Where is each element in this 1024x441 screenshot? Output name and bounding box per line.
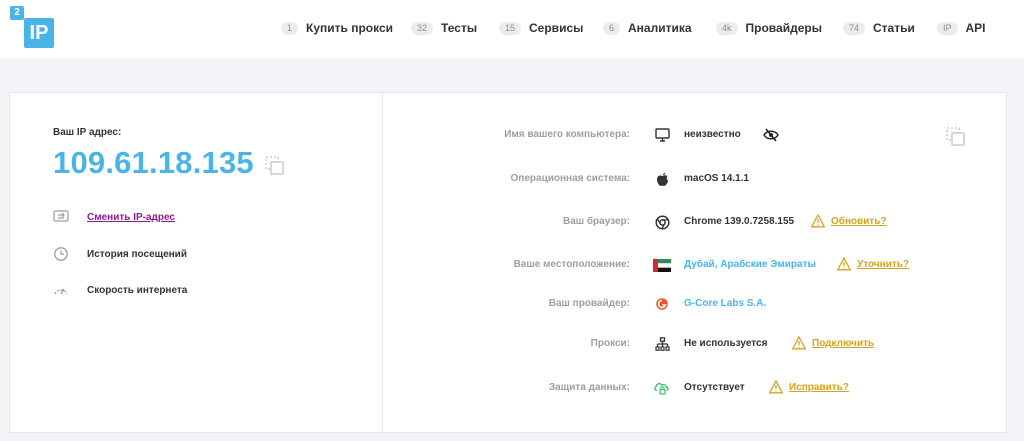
row-value: Отсутствует [684, 382, 745, 393]
eye-hidden-icon[interactable] [763, 128, 779, 142]
ip-info-card: Ваш IP адрес: 109.61.18.135 Сменить IP-а… [9, 92, 1007, 433]
copy-icon[interactable] [265, 156, 285, 176]
swap-icon [52, 208, 70, 226]
nav-badge: 15 [499, 21, 522, 35]
connect-proxy-action[interactable]: Подключить [792, 336, 874, 350]
row-label: Имя вашего компьютера: [504, 129, 630, 140]
location-row: Ваше местоположение: Дубай, Арабские Эми… [383, 256, 1003, 276]
row-label: Прокси: [590, 338, 630, 349]
nav-badge: 6 [603, 21, 621, 35]
fix-protection-action[interactable]: Исправить? [769, 380, 849, 394]
nav-label: API [965, 21, 986, 35]
proxy-row: Прокси: Не используется Подключить [383, 335, 1003, 355]
nav-label: Сервисы [529, 21, 584, 35]
fix-protection-link[interactable]: Исправить? [789, 382, 849, 393]
row-label: Ваше местоположение: [513, 259, 630, 270]
monitor-icon [653, 126, 671, 144]
provider-icon [653, 295, 671, 313]
network-icon [653, 335, 671, 353]
change-ip-link[interactable]: Сменить IP-адрес [87, 212, 175, 223]
warning-icon [811, 214, 825, 228]
uae-flag-icon [653, 256, 671, 274]
cloud-lock-icon [653, 379, 671, 397]
warning-icon [837, 257, 851, 271]
row-label: Ваш браузер: [562, 216, 630, 227]
row-label: Операционная система: [510, 173, 630, 184]
ip-label: Ваш IP адрес: [53, 127, 122, 138]
chrome-icon [653, 213, 671, 231]
nav-item-providers[interactable]: 4k Провайдеры [716, 21, 822, 35]
browser-row: Ваш браузер: Chrome 139.0.7258.155 Обнов… [383, 213, 1003, 233]
nav-badge: 32 [411, 21, 434, 35]
site-header: 2 IP 1 Купить прокси 32 Тесты 15 Сервисы… [0, 0, 1024, 58]
history-action[interactable]: История посещений [52, 245, 187, 263]
nav-badge: IP [937, 21, 958, 35]
nav-badge: 74 [843, 21, 866, 35]
connect-proxy-link[interactable]: Подключить [812, 338, 874, 349]
logo-small-mark: 2 [10, 6, 24, 20]
update-browser-link[interactable]: Обновить? [831, 216, 887, 227]
speedometer-icon [52, 281, 70, 299]
history-label[interactable]: История посещений [87, 249, 187, 260]
row-label: Ваш провайдер: [548, 298, 630, 309]
nav-item-analytics[interactable]: 6 Аналитика [603, 21, 692, 35]
row-value: Не используется [684, 338, 768, 349]
data-protection-row: Защита данных: Отсутствует Исправить? [383, 379, 1003, 399]
row-value: неизвестно [684, 129, 741, 140]
nav-badge: 1 [281, 21, 299, 35]
nav-label: Аналитика [628, 21, 692, 35]
provider-value[interactable]: G-Core Labs S.A. [684, 298, 766, 309]
apple-icon [653, 170, 671, 188]
location-value[interactable]: Дубай, Арабские Эмираты [684, 259, 816, 270]
change-ip-action[interactable]: Сменить IP-адрес [52, 208, 175, 226]
nav-item-tests[interactable]: 32 Тесты [411, 21, 477, 35]
nav-item-buy-proxy[interactable]: 1 Купить прокси [281, 21, 393, 35]
logo[interactable]: 2 IP [10, 6, 56, 48]
nav-label: Купить прокси [306, 21, 394, 35]
row-value: macOS 14.1.1 [684, 173, 750, 184]
os-row: Операционная система: macOS 14.1.1 [383, 170, 1003, 190]
ip-address-value[interactable]: 109.61.18.135 [53, 145, 254, 181]
history-icon [52, 245, 70, 263]
refine-location-link[interactable]: Уточнить? [857, 259, 909, 270]
nav-item-services[interactable]: 15 Сервисы [499, 21, 583, 35]
speed-action[interactable]: Скорость интернета [52, 281, 187, 299]
nav-item-api[interactable]: IP API [937, 21, 986, 35]
provider-row: Ваш провайдер: G-Core Labs S.A. [383, 295, 1003, 315]
nav-label: Тесты [441, 21, 478, 35]
nav-label: Провайдеры [745, 21, 822, 35]
warning-icon [792, 336, 806, 350]
refine-location-action[interactable]: Уточнить? [837, 257, 909, 271]
row-value: Chrome 139.0.7258.155 [684, 216, 795, 227]
nav-label: Статьи [873, 21, 915, 35]
nav-badge: 4k [716, 21, 738, 35]
computer-name-row: Имя вашего компьютера: неизвестно [383, 126, 1003, 146]
speed-label[interactable]: Скорость интернета [87, 285, 187, 296]
update-browser-action[interactable]: Обновить? [811, 214, 887, 228]
row-label: Защита данных: [548, 382, 630, 393]
warning-icon [769, 380, 783, 394]
nav-item-articles[interactable]: 74 Статьи [843, 21, 915, 35]
logo-main-mark: IP [24, 18, 54, 48]
